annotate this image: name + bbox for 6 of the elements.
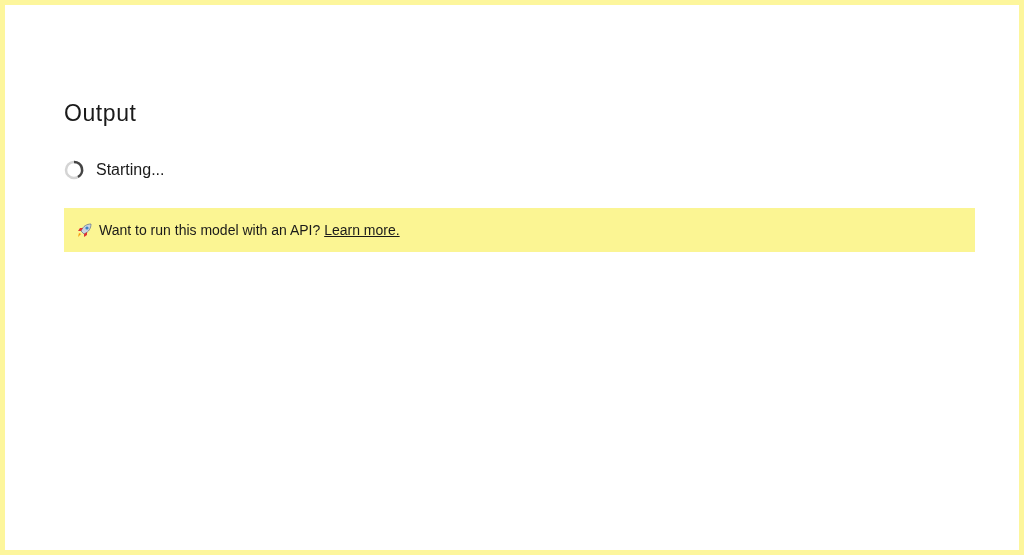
spinner-icon: [64, 160, 84, 180]
learn-more-link[interactable]: Learn more.: [324, 221, 400, 238]
status-text: Starting...: [96, 160, 165, 180]
section-heading: Output: [64, 99, 137, 127]
api-notice-text: Want to run this model with an API? Learn more.: [99, 220, 400, 240]
rocket-icon: [76, 221, 93, 239]
